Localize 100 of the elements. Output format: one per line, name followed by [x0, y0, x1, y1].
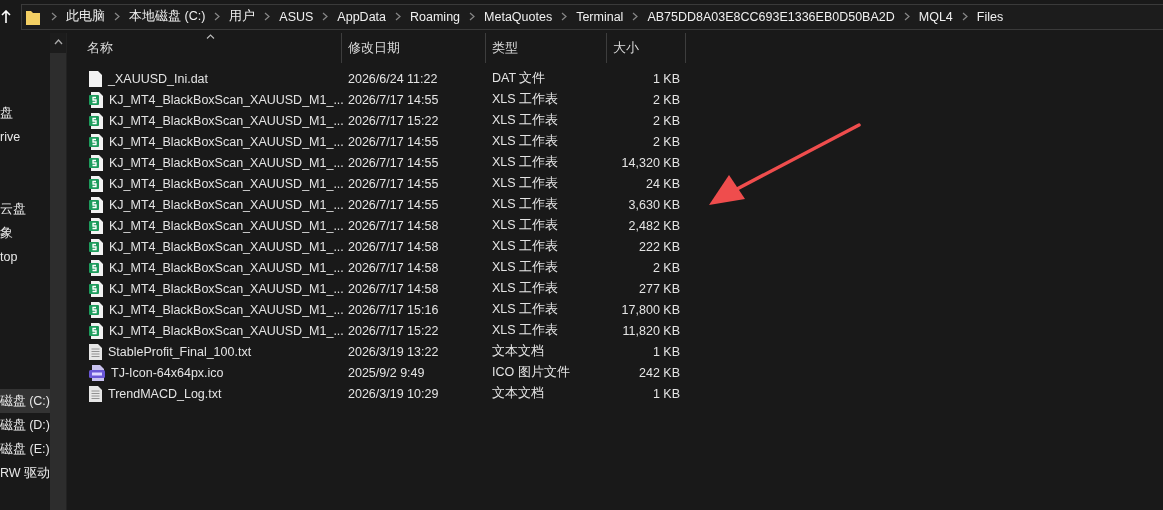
sidebar-item[interactable]: 磁盘 (D:) [0, 413, 50, 437]
breadcrumb[interactable]: 用户 [229, 8, 256, 25]
folder-icon [26, 8, 40, 25]
type-cell-text: XLS 工作表 [491, 217, 560, 234]
date-cell-text: 2026/7/17 15:22 [347, 113, 440, 128]
breadcrumb[interactable]: Files [976, 9, 1004, 24]
spreadsheet-icon [89, 196, 103, 213]
type-cell-text: XLS 工作表 [491, 154, 560, 171]
file-name[interactable]: KJ_MT4_BlackBoxScan_XAUUSD_M1_... [109, 92, 344, 107]
size-cell-text: 11,820 KB [621, 323, 680, 338]
size-cell-text: 3,630 KB [627, 197, 680, 212]
file-name[interactable]: KJ_MT4_BlackBoxScan_XAUUSD_M1_... [109, 197, 344, 212]
breadcrumb[interactable]: AppData [337, 9, 386, 24]
breadcrumb[interactable]: Roaming [410, 9, 461, 24]
breadcrumb[interactable]: ASUS [279, 9, 314, 24]
spreadsheet-icon [89, 154, 103, 171]
chevron-icon [214, 12, 221, 21]
file-name[interactable]: TJ-Icon-64x64px.ico [111, 365, 224, 380]
type-cell-text: XLS 工作表 [491, 112, 560, 129]
size-cell-text: 2 KB [651, 92, 680, 107]
breadcrumb[interactable]: Terminal [576, 9, 624, 24]
type-cell-text: XLS 工作表 [491, 196, 560, 213]
type-cell-text: ICO 图片文件 [491, 364, 571, 381]
sort-caret-icon [206, 34, 215, 39]
size-cell-text: 222 KB [638, 239, 680, 254]
text-file-icon [89, 343, 102, 360]
size-cell-text: 2 KB [651, 113, 680, 128]
type-cell-text: XLS 工作表 [491, 280, 560, 297]
file-name[interactable]: KJ_MT4_BlackBoxScan_XAUUSD_M1_... [109, 302, 344, 317]
type-cell-text: XLS 工作表 [491, 259, 560, 276]
date-cell-text: 2026/7/17 14:55 [347, 134, 440, 149]
column-header[interactable]: 名称 [67, 33, 342, 63]
date-cell-text: 2026/7/17 14:58 [347, 239, 440, 254]
size-cell-text: 1 KB [651, 386, 680, 401]
type-cell-text: 文本文档 [491, 343, 545, 360]
up-arrow-icon[interactable] [1, 9, 11, 24]
breadcrumb[interactable]: AB75DD8A03E8CC693E1336EB0D50BA2D [647, 9, 895, 24]
type-cell-text: XLS 工作表 [491, 238, 560, 255]
sidebar-item[interactable]: rive [0, 125, 50, 149]
date-cell-text: 2026/7/17 14:58 [347, 218, 440, 233]
file-name[interactable]: KJ_MT4_BlackBoxScan_XAUUSD_M1_... [109, 176, 344, 191]
size-cell-text: 14,320 KB [620, 155, 680, 170]
size-cell-text: 2,482 KB [627, 218, 680, 233]
spreadsheet-icon [89, 217, 103, 234]
file-name[interactable]: KJ_MT4_BlackBoxScan_XAUUSD_M1_... [109, 218, 344, 233]
column-header[interactable]: 类型 [486, 33, 607, 63]
image-file-icon [89, 364, 105, 381]
date-cell-text: 2026/7/17 14:55 [347, 176, 440, 191]
date-cell-text: 2025/9/2 9:49 [347, 365, 426, 380]
size-cell-text: 277 KB [638, 281, 680, 296]
sidebar-item[interactable]: RW 驱动 [0, 461, 50, 485]
chevron-icon [322, 12, 329, 21]
size-cell-text: 1 KB [651, 344, 680, 359]
breadcrumb[interactable]: 本地磁盘 (C:) [129, 8, 206, 25]
file-name[interactable]: KJ_MT4_BlackBoxScan_XAUUSD_M1_... [109, 323, 344, 338]
spreadsheet-icon [89, 280, 103, 297]
file-name[interactable]: KJ_MT4_BlackBoxScan_XAUUSD_M1_... [109, 260, 344, 275]
sidebar-item[interactable]: 磁盘 (E:) [0, 437, 50, 461]
type-cell-text: XLS 工作表 [491, 301, 560, 318]
breadcrumb[interactable]: 此电脑 [66, 8, 105, 25]
type-cell-text: XLS 工作表 [491, 133, 560, 150]
chevron-icon [114, 12, 120, 21]
address-bar[interactable]: 此电脑 本地磁盘 (C:) 用户 ASUS AppData Roaming MetaQuotes Terminal AB75DD8A03E8CC693E1336EB0D50BA2D MQL4 Files [21, 3, 1163, 30]
size-cell-text: 2 KB [651, 134, 680, 149]
file-name[interactable]: KJ_MT4_BlackBoxScan_XAUUSD_M1_... [109, 155, 344, 170]
spreadsheet-icon [89, 322, 103, 339]
size-cell-text: 17,800 KB [620, 302, 680, 317]
date-cell-text: 2026/3/19 13:22 [347, 344, 440, 359]
sidebar-item[interactable]: 象 [0, 221, 50, 245]
breadcrumb[interactable]: MetaQuotes [484, 9, 553, 24]
type-cell-text: DAT 文件 [491, 70, 547, 87]
sidebar-item[interactable]: top [0, 245, 50, 269]
file-name[interactable]: TrendMACD_Log.txt [108, 386, 222, 401]
chevron-icon [469, 12, 476, 21]
chevron-icon [903, 12, 910, 21]
file-name[interactable]: KJ_MT4_BlackBoxScan_XAUUSD_M1_... [109, 113, 344, 128]
date-cell-text: 2026/3/19 10:29 [347, 386, 440, 401]
text-file-icon [89, 385, 102, 402]
column-header[interactable]: 修改日期 [342, 33, 486, 63]
file-name[interactable]: KJ_MT4_BlackBoxScan_XAUUSD_M1_... [109, 281, 344, 296]
file-name[interactable]: _XAUUSD_Ini.dat [108, 71, 209, 86]
chevron-icon [632, 12, 639, 21]
size-cell-text: 1 KB [651, 71, 680, 86]
chevron-icon [264, 12, 271, 21]
date-cell-text: 2026/7/17 14:58 [347, 281, 440, 296]
size-cell-text: 242 KB [638, 365, 680, 380]
sidebar-item[interactable]: 云盘 [0, 197, 50, 221]
file-name[interactable]: KJ_MT4_BlackBoxScan_XAUUSD_M1_... [109, 239, 344, 254]
column-header[interactable]: 大小 [607, 33, 686, 63]
size-cell-text: 24 KB [644, 176, 680, 191]
breadcrumb[interactable]: MQL4 [918, 9, 953, 24]
date-cell-text: 2026/7/17 15:22 [347, 323, 440, 338]
chevron-icon [51, 12, 57, 21]
scroll-up-icon[interactable] [53, 39, 63, 45]
spreadsheet-icon [89, 91, 103, 108]
sidebar-item[interactable]: 磁盘 (C:) [0, 389, 50, 413]
sidebar-item[interactable]: 盘 [0, 101, 50, 125]
file-name[interactable]: KJ_MT4_BlackBoxScan_XAUUSD_M1_... [109, 134, 344, 149]
size-cell-text: 2 KB [651, 260, 680, 275]
file-name[interactable]: StableProfit_Final_100.txt [108, 344, 252, 359]
